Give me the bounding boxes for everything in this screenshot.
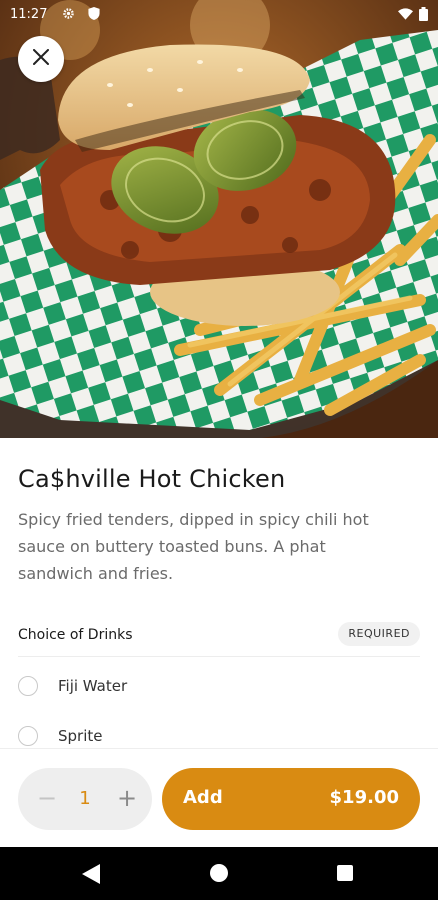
hero-image	[0, 0, 438, 438]
wifi-icon	[398, 8, 413, 24]
decrement-button[interactable]: −	[32, 782, 62, 816]
shield-icon	[88, 7, 100, 24]
quantity-value: 1	[79, 788, 91, 809]
options-section-header: Choice of Drinks REQUIRED	[18, 622, 420, 657]
status-icons-right	[398, 7, 428, 25]
status-bar: 11:27	[0, 0, 438, 30]
required-badge: REQUIRED	[338, 622, 420, 646]
item-title: Ca$hville Hot Chicken	[18, 465, 286, 493]
close-button[interactable]	[18, 36, 64, 82]
section-title: Choice of Drinks	[18, 627, 133, 643]
recents-icon[interactable]	[337, 865, 353, 881]
option-fiji-water[interactable]: Fiji Water	[18, 671, 418, 701]
gear-icon	[62, 7, 75, 24]
add-to-cart-button[interactable]: Add $19.00	[162, 768, 420, 830]
status-time: 11:27	[10, 7, 48, 22]
system-nav-bar	[0, 847, 438, 900]
quantity-stepper: − 1 +	[18, 768, 152, 830]
home-icon[interactable]	[210, 864, 228, 882]
radio-button[interactable]	[18, 726, 38, 746]
item-description: Spicy fried tenders, dipped in spicy chi…	[18, 510, 369, 583]
radio-button[interactable]	[18, 676, 38, 696]
option-label: Fiji Water	[58, 677, 128, 695]
back-icon[interactable]	[82, 864, 100, 888]
increment-button[interactable]: +	[112, 782, 142, 816]
option-label: Sprite	[58, 727, 103, 745]
food-photo	[0, 0, 438, 438]
add-label: Add	[183, 787, 223, 808]
add-price: $19.00	[329, 787, 399, 808]
battery-icon	[419, 7, 428, 25]
close-icon	[33, 49, 49, 69]
option-sprite[interactable]: Sprite	[18, 721, 418, 751]
footer-bar: − 1 + Add $19.00	[0, 748, 438, 848]
